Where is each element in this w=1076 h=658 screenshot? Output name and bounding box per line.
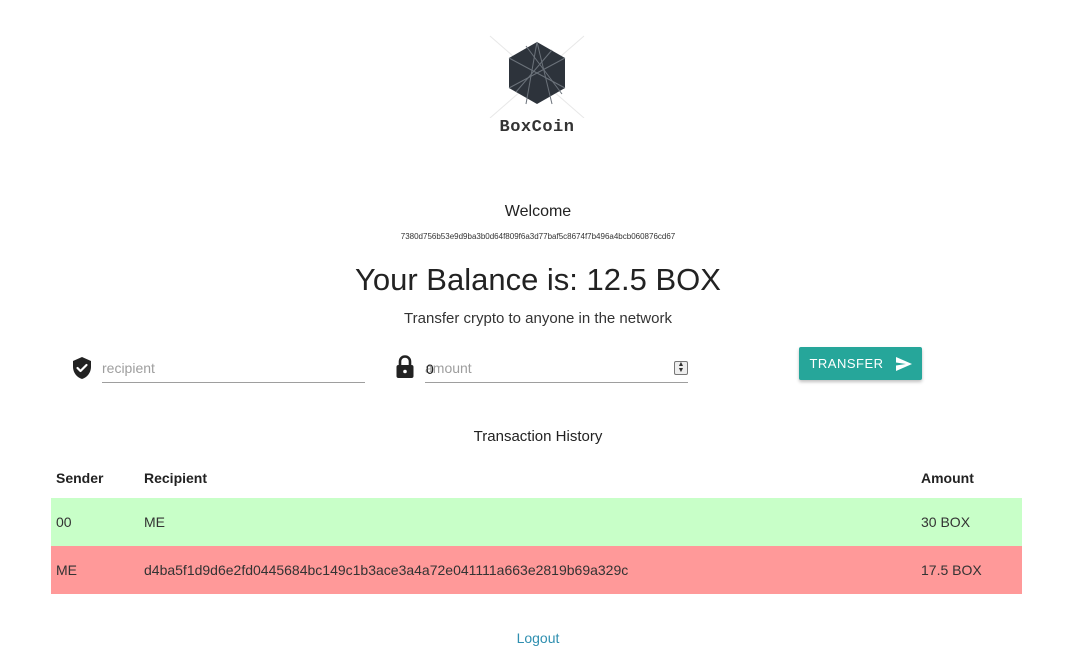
recipient-field[interactable] xyxy=(102,354,365,383)
table-header: Sender Recipient Amount xyxy=(51,458,1022,498)
recipient-input[interactable] xyxy=(102,354,365,382)
amount-field[interactable] xyxy=(425,354,688,383)
hexagon-logo-icon xyxy=(489,35,585,118)
row-sender: ME xyxy=(56,562,77,578)
amount-input[interactable] xyxy=(425,354,688,382)
verified-shield-icon xyxy=(73,357,91,379)
transfer-subtitle: Transfer crypto to anyone in the network xyxy=(404,310,672,327)
wallet-address: 7380d756b53e9d9ba3b0d64f809f6a3d77baf5c8… xyxy=(400,232,676,241)
welcome-text: Welcome xyxy=(504,203,572,220)
brand-name: BoxCoin xyxy=(499,118,575,137)
column-header-recipient: Recipient xyxy=(144,470,208,486)
transaction-table: Sender Recipient Amount 00 ME 30 BOX ME … xyxy=(51,458,1022,594)
logout-link[interactable]: Logout xyxy=(0,630,1076,646)
row-sender: 00 xyxy=(56,514,72,530)
transfer-button-label: TRANSFER xyxy=(809,356,884,371)
column-header-sender: Sender xyxy=(56,470,104,486)
brand-logo: BoxCoin xyxy=(484,22,590,142)
table-row: 00 ME 30 BOX xyxy=(51,498,1022,546)
amount-stepper[interactable]: ▲ ▼ xyxy=(674,361,688,375)
history-title: Transaction History xyxy=(473,428,603,445)
transfer-button[interactable]: TRANSFER xyxy=(799,347,922,380)
balance-heading: Your Balance is: 12.5 BOX xyxy=(355,262,721,297)
send-icon xyxy=(895,356,912,371)
column-header-amount: Amount xyxy=(921,470,974,486)
row-amount: 17.5 BOX xyxy=(921,562,982,578)
row-recipient: d4ba5f1d9d6e2fd0445684bc149c1b3ace3a4a72… xyxy=(144,562,629,578)
row-recipient: ME xyxy=(144,514,165,530)
row-amount: 30 BOX xyxy=(921,514,971,530)
amount-value: 0 xyxy=(426,361,434,377)
table-row: ME d4ba5f1d9d6e2fd0445684bc149c1b3ace3a4… xyxy=(51,546,1022,594)
lock-icon xyxy=(396,355,414,378)
